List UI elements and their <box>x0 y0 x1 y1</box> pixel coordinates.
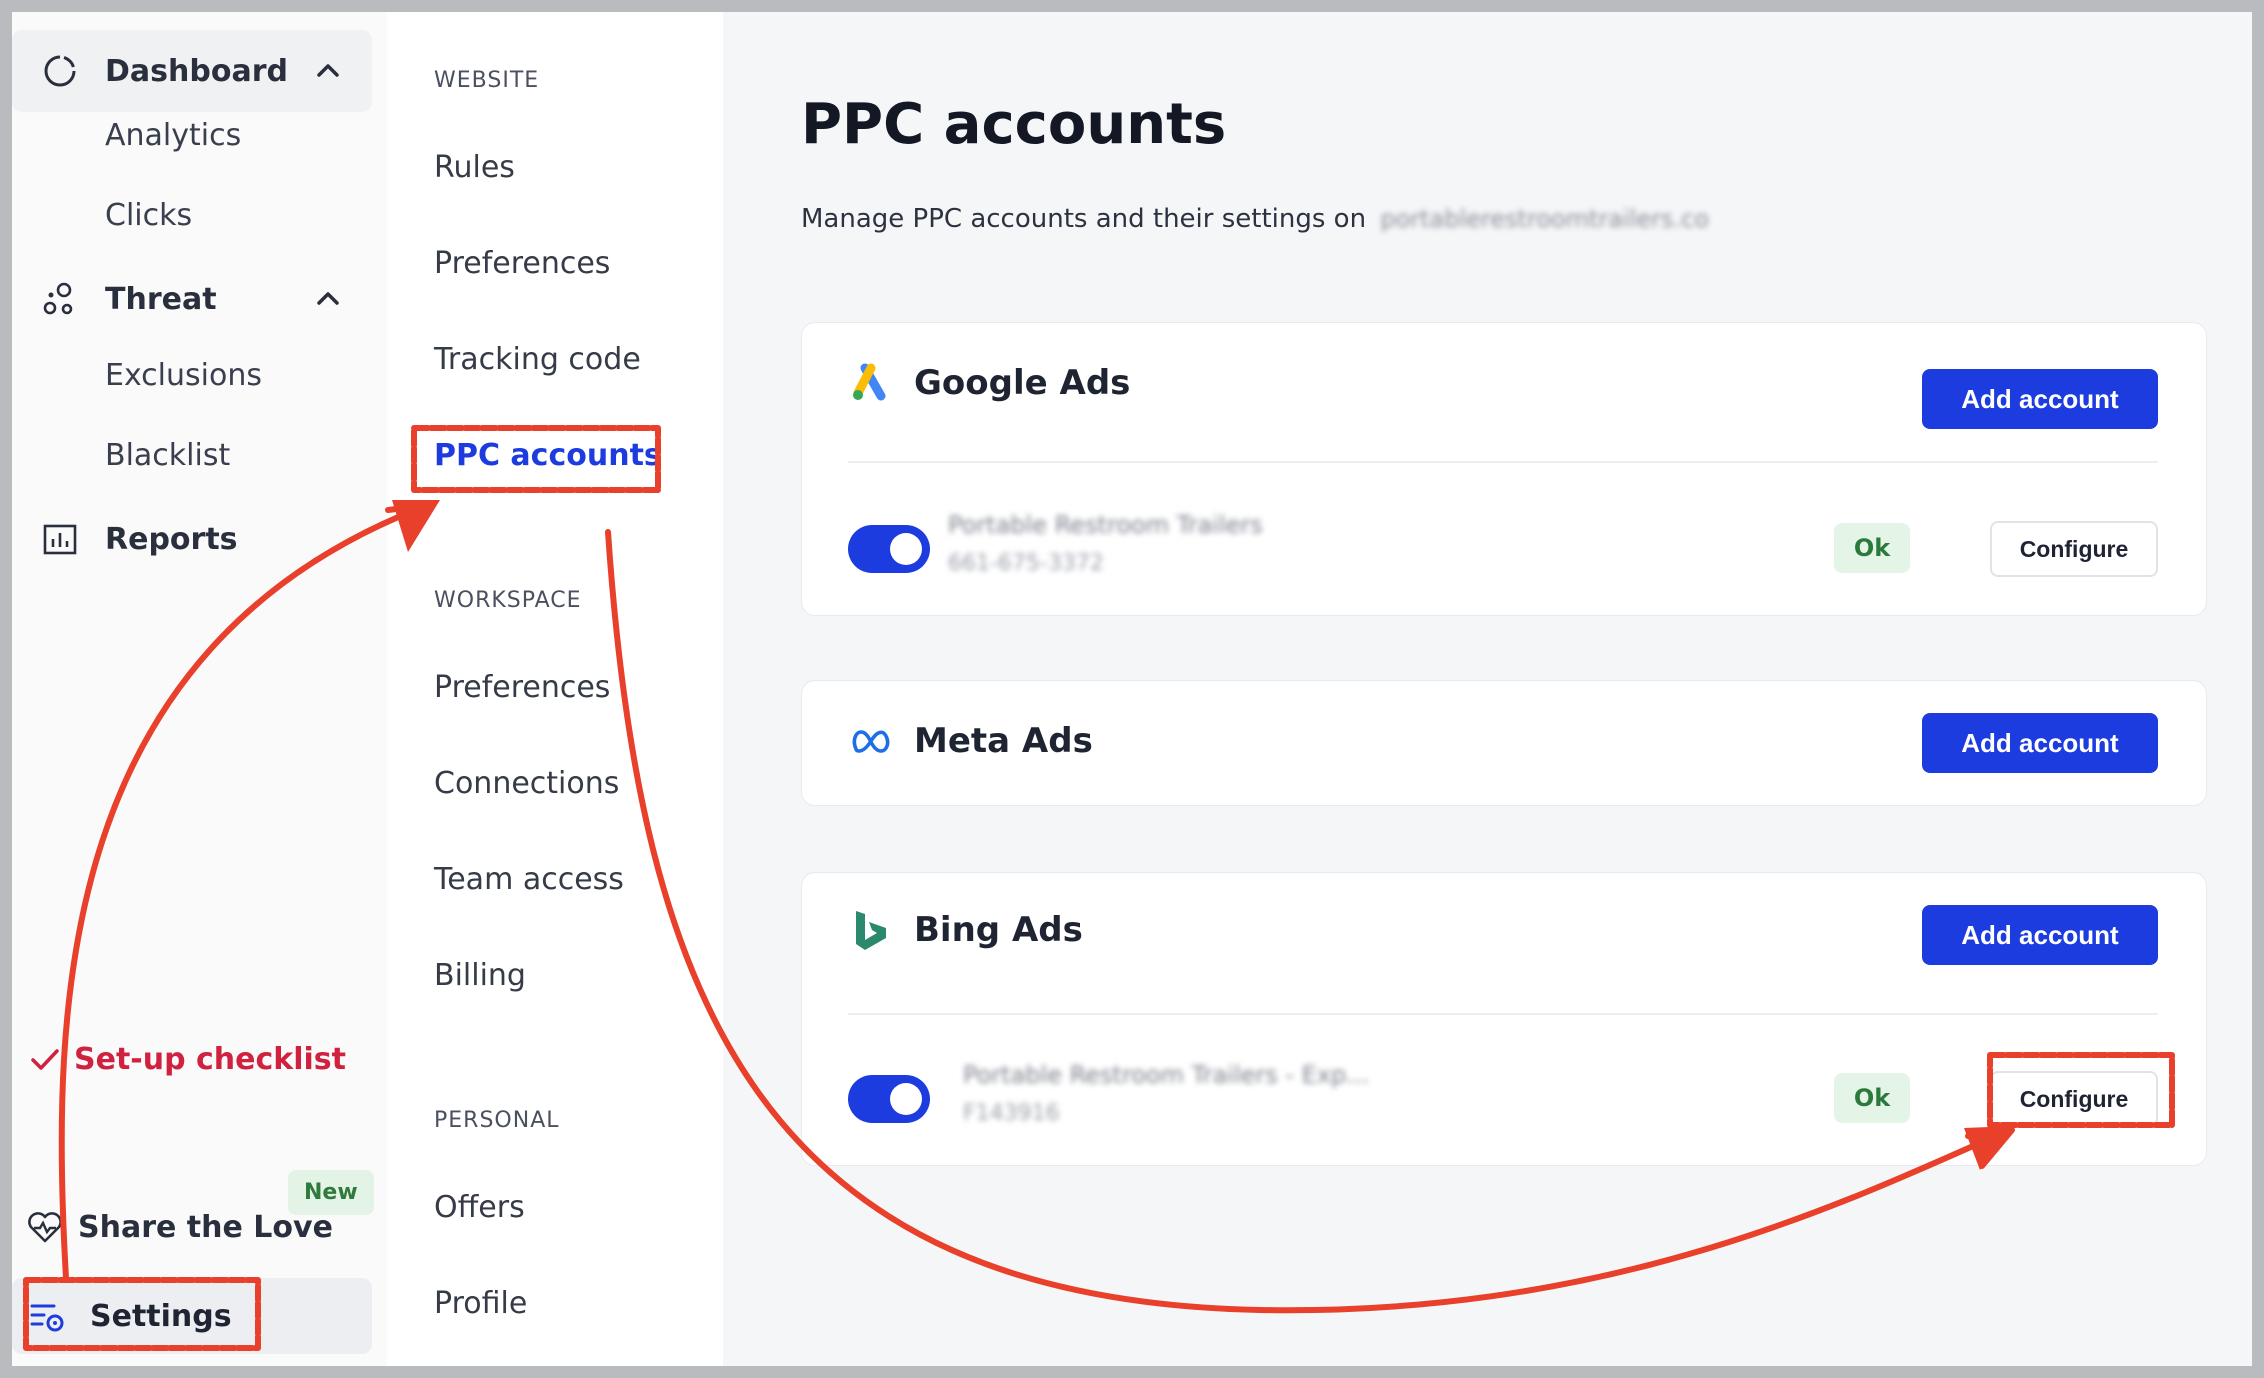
check-icon <box>31 1048 59 1070</box>
main-sidebar: Dashboard Analytics Clicks Threat Exclus… <box>12 12 387 1366</box>
subnav-connections[interactable]: Connections <box>434 766 619 801</box>
subnav-offers[interactable]: Offers <box>434 1190 525 1225</box>
bing-add-account-button[interactable]: Add account <box>1922 905 2158 965</box>
bing-account-id: F143916 <box>963 1101 1060 1126</box>
status-badge: Ok <box>1834 1073 1910 1123</box>
section-personal-label: PERSONAL <box>434 1108 560 1133</box>
section-website-label: WEBSITE <box>434 68 540 93</box>
page-subtitle: Manage PPC accounts and their settings o… <box>801 204 1709 234</box>
nav-analytics[interactable]: Analytics <box>105 118 241 153</box>
share-the-love-link[interactable]: Share the Love <box>26 1208 333 1246</box>
bing-icon <box>856 911 886 950</box>
reports-icon <box>43 524 77 555</box>
threat-icon <box>43 282 73 315</box>
bing-ads-header: Bing Ads <box>848 873 1083 987</box>
nav-reports[interactable]: Reports <box>12 498 372 580</box>
divider <box>848 1013 2158 1015</box>
google-ads-title: Google Ads <box>914 363 1131 403</box>
settings-subnav: WEBSITE Rules Preferences Tracking code … <box>387 12 723 1366</box>
bing-configure-button[interactable]: Configure <box>1990 1071 2158 1127</box>
subnav-rules[interactable]: Rules <box>434 150 515 185</box>
page-subtitle-text: Manage PPC accounts and their settings o… <box>801 204 1367 234</box>
subnav-ppc-accounts[interactable]: PPC accounts <box>434 438 662 473</box>
section-workspace-label: WORKSPACE <box>434 588 582 613</box>
google-ads-icon <box>853 363 886 401</box>
google-configure-button[interactable]: Configure <box>1990 521 2158 577</box>
meta-add-account-button[interactable]: Add account <box>1922 713 2158 773</box>
main-content: PPC accounts Manage PPC accounts and the… <box>723 12 2252 1366</box>
subnav-preferences[interactable]: Preferences <box>434 246 610 281</box>
chevron-up-icon[interactable] <box>312 283 344 315</box>
nav-settings[interactable]: Settings <box>12 1278 372 1354</box>
setup-checklist-link[interactable]: Set-up checklist <box>30 1042 346 1077</box>
bing-account-name: Portable Restroom Trailers - Exp... <box>963 1061 1370 1089</box>
nav-clicks[interactable]: Clicks <box>105 198 192 233</box>
bing-account-toggle[interactable] <box>848 1075 930 1123</box>
meta-ads-card: Meta Ads Add account <box>801 680 2207 806</box>
google-ads-card: Google Ads Add account Portable Restroom… <box>801 322 2207 616</box>
setup-checklist-label: Set-up checklist <box>74 1042 347 1077</box>
nav-dashboard-label: Dashboard <box>105 53 288 89</box>
bing-account-row: Portable Restroom Trailers - Exp... F143… <box>848 1059 2158 1149</box>
meta-ads-header: Meta Ads <box>848 681 1093 801</box>
nav-settings-label: Settings <box>90 1298 232 1334</box>
dashboard-icon <box>44 55 76 87</box>
subnav-team-access[interactable]: Team access <box>434 862 624 897</box>
meta-icon <box>852 730 890 753</box>
google-account-name: Portable Restroom Trailers <box>948 511 1263 539</box>
google-account-toggle[interactable] <box>848 525 930 573</box>
nav-threat-label: Threat <box>105 281 217 317</box>
bing-ads-card: Bing Ads Add account Portable Restroom T… <box>801 872 2207 1166</box>
heart-icon <box>28 1212 62 1243</box>
subnav-profile[interactable]: Profile <box>434 1286 527 1321</box>
page-title: PPC accounts <box>801 92 1227 157</box>
bing-ads-title: Bing Ads <box>914 910 1083 950</box>
google-account-row: Portable Restroom Trailers 661-675-3372 … <box>848 509 2158 599</box>
nav-dashboard[interactable]: Dashboard <box>12 30 372 112</box>
subnav-tracking-code[interactable]: Tracking code <box>434 342 641 377</box>
meta-ads-title: Meta Ads <box>914 721 1093 761</box>
google-ads-header: Google Ads <box>848 323 1130 443</box>
nav-blacklist[interactable]: Blacklist <box>105 438 230 473</box>
chevron-up-icon[interactable] <box>312 55 344 87</box>
google-add-account-button[interactable]: Add account <box>1922 369 2158 429</box>
status-badge: Ok <box>1834 523 1910 573</box>
subnav-billing[interactable]: Billing <box>434 958 526 993</box>
nav-exclusions[interactable]: Exclusions <box>105 358 262 393</box>
divider <box>848 461 2158 463</box>
site-domain-blurred: portablerestroomtrailers.co <box>1380 205 1709 233</box>
nav-reports-label: Reports <box>105 521 238 557</box>
google-account-id: 661-675-3372 <box>948 551 1104 576</box>
nav-threat[interactable]: Threat <box>12 258 372 340</box>
settings-icon <box>30 1304 64 1332</box>
share-the-love-label: Share the Love <box>78 1209 333 1245</box>
subnav-ws-preferences[interactable]: Preferences <box>434 670 610 705</box>
